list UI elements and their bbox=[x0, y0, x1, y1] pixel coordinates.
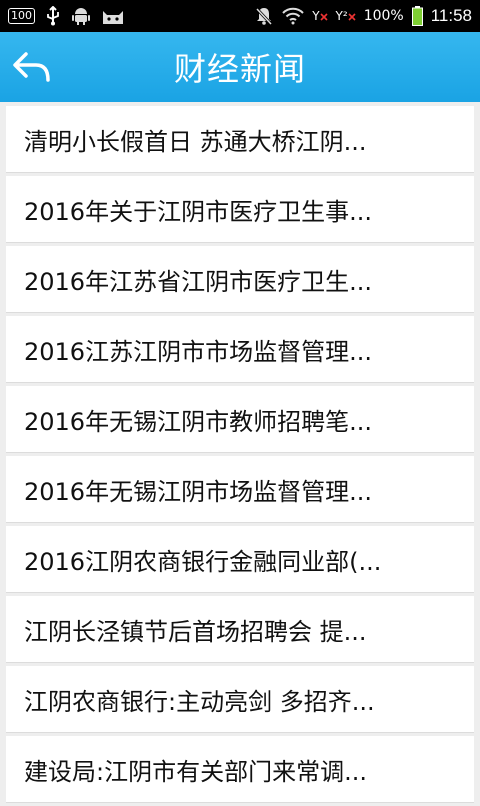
back-button[interactable] bbox=[10, 46, 54, 88]
news-item-title: 江阴长泾镇节后首场招聘会 提... bbox=[24, 617, 367, 646]
news-item-5[interactable]: 2016年无锡江阴市教师招聘笔... bbox=[6, 386, 474, 453]
news-item-title: 江阴农商银行:主动亮剑 多招齐... bbox=[24, 687, 375, 716]
news-item-title: 清明小长假首日 苏通大桥江阴... bbox=[24, 127, 367, 156]
news-item-title: 2016江阴农商银行金融同业部(... bbox=[24, 547, 382, 576]
page-title: 财经新闻 bbox=[173, 50, 306, 88]
level-badge-icon: 100 bbox=[8, 8, 35, 24]
news-item-title: 2016年无锡江阴市场监督管理... bbox=[24, 477, 372, 506]
signal-1-label: Y bbox=[312, 9, 320, 23]
status-bar: 100 Y Y² 100% 11:58 bbox=[0, 0, 480, 32]
app-header: 财经新闻 bbox=[0, 32, 480, 102]
news-item-title: 2016江苏江阴市市场监督管理... bbox=[24, 337, 372, 366]
news-item-6[interactable]: 2016年无锡江阴市场监督管理... bbox=[6, 456, 474, 523]
signal-2-icon: Y² bbox=[336, 9, 356, 23]
back-arrow-icon bbox=[13, 52, 50, 82]
signal-2-label: Y² bbox=[335, 9, 348, 23]
news-item-title: 2016年关于江阴市医疗卫生事... bbox=[24, 197, 372, 226]
news-item-10[interactable]: 建设局:江阴市有关部门来常调... bbox=[6, 736, 474, 803]
wifi-icon bbox=[282, 7, 304, 25]
usb-icon bbox=[45, 6, 61, 26]
notifications-muted-icon bbox=[254, 6, 274, 26]
status-right: Y Y² 100% 11:58 bbox=[254, 6, 472, 26]
news-item-title: 2016年江苏省江阴市医疗卫生... bbox=[24, 267, 372, 296]
news-item-4[interactable]: 2016江苏江阴市市场监督管理... bbox=[6, 316, 474, 383]
cat-face-icon bbox=[101, 6, 125, 26]
news-item-2[interactable]: 2016年关于江阴市医疗卫生事... bbox=[6, 176, 474, 243]
clock: 11:58 bbox=[430, 6, 472, 25]
news-item-3[interactable]: 2016年江苏省江阴市医疗卫生... bbox=[6, 246, 474, 313]
news-item-title: 建设局:江阴市有关部门来常调... bbox=[24, 757, 367, 786]
android-icon bbox=[71, 6, 91, 26]
news-item-title: 2016年无锡江阴市教师招聘笔... bbox=[24, 407, 372, 436]
news-list: 清明小长假首日 苏通大桥江阴... 2016年关于江阴市医疗卫生事... 201… bbox=[6, 106, 474, 806]
battery-percent: 100% bbox=[363, 8, 404, 24]
signal-1-icon: Y bbox=[312, 9, 328, 23]
news-item-1[interactable]: 清明小长假首日 苏通大桥江阴... bbox=[6, 106, 474, 173]
battery-icon bbox=[411, 6, 423, 26]
news-item-9[interactable]: 江阴农商银行:主动亮剑 多招齐... bbox=[6, 666, 474, 733]
news-item-7[interactable]: 2016江阴农商银行金融同业部(... bbox=[6, 526, 474, 593]
news-item-8[interactable]: 江阴长泾镇节后首场招聘会 提... bbox=[6, 596, 474, 663]
status-left: 100 bbox=[8, 6, 125, 26]
